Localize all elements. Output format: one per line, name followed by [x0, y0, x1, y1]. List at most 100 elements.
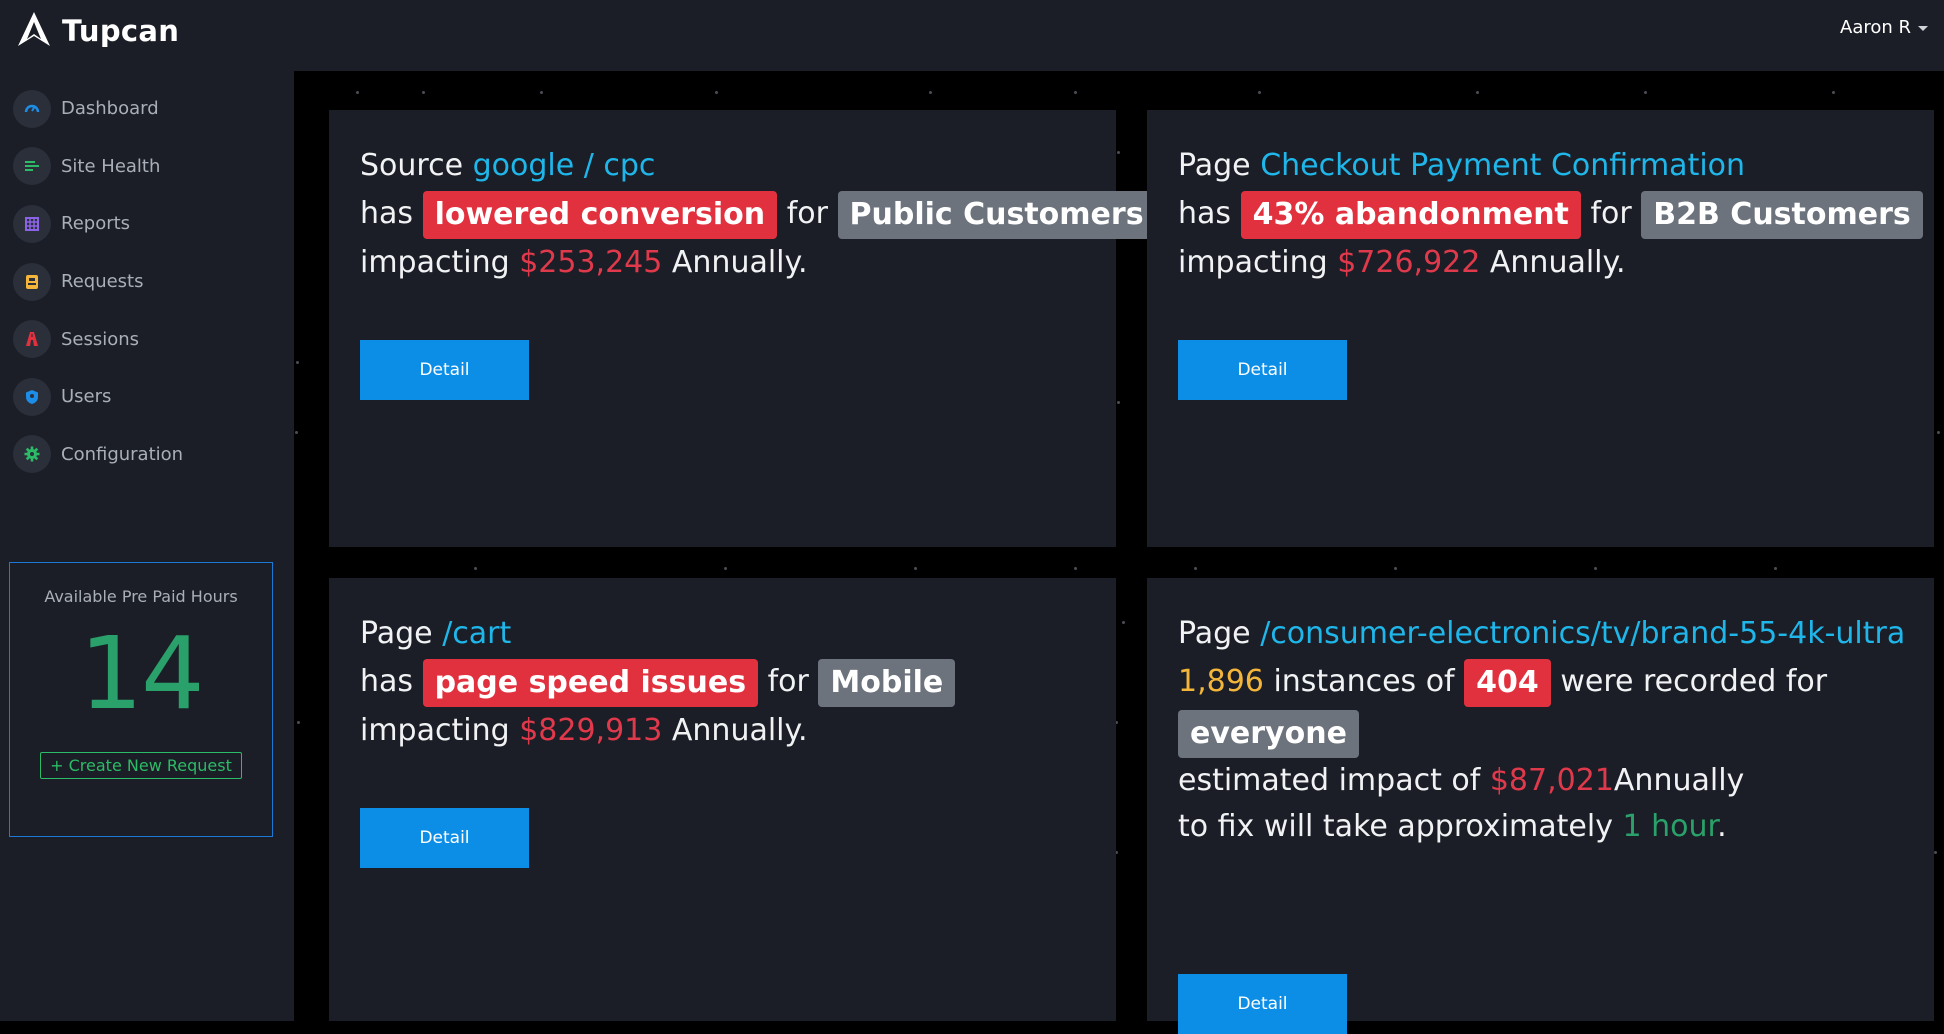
subject-link[interactable]: /consumer-electronics/tv/brand-55-4k-ult…: [1260, 616, 1905, 651]
detail-button[interactable]: Detail: [1178, 340, 1347, 400]
star-dot: [914, 567, 917, 570]
star-dot: [422, 91, 425, 94]
card-impact-line: impacting $253,245 Annually.: [360, 239, 1086, 287]
error-code-badge: 404: [1464, 659, 1551, 707]
star-dot: [474, 567, 477, 570]
caret-down-icon: [1918, 26, 1928, 31]
card-issue-line: has lowered conversion for Public Custom…: [360, 190, 1156, 239]
recorded-text: were recorded for: [1560, 664, 1828, 699]
star-dot: [356, 91, 359, 94]
sidebar-item-dashboard[interactable]: Dashboard: [0, 80, 294, 138]
star-dot: [1074, 567, 1077, 570]
sidebar-item-configuration[interactable]: Configuration: [0, 426, 294, 484]
card-impact-line: impacting $726,922 Annually.: [1178, 239, 1904, 287]
has-text: has: [360, 664, 414, 699]
fix-text: to fix will take approximately: [1178, 809, 1613, 844]
subject-link[interactable]: Checkout Payment Confirmation: [1260, 148, 1745, 183]
sidebar-item-users[interactable]: Users: [0, 368, 294, 426]
insight-card: Page /consumer-electronics/tv/brand-55-4…: [1147, 578, 1934, 1034]
detail-button[interactable]: Detail: [360, 340, 529, 400]
sidebar-item-label: Configuration: [61, 443, 184, 465]
has-text: has: [1178, 196, 1232, 231]
card-impact-line: estimated impact of $87,021Annually: [1178, 758, 1904, 804]
top-bar: Tupcan Aaron R: [0, 0, 1944, 71]
has-text: has: [360, 196, 414, 231]
sidebar-item-requests[interactable]: Requests: [0, 253, 294, 311]
star-dot: [1258, 91, 1261, 94]
card-subject-line: Page /cart: [360, 610, 1086, 658]
ticket-icon: [13, 262, 51, 301]
for-text: for: [1590, 196, 1632, 231]
star-dot: [1594, 567, 1597, 570]
sidebar-item-sessions[interactable]: Sessions: [0, 310, 294, 368]
subject-type: Page: [1178, 148, 1251, 183]
insight-card: Page Checkout Payment Confirmation has 4…: [1147, 110, 1934, 547]
road-icon: [13, 320, 51, 359]
star-dot: [715, 91, 718, 94]
brand[interactable]: Tupcan: [16, 10, 179, 52]
sidebar-item-site-health[interactable]: Site Health: [0, 138, 294, 196]
impact-text: estimated impact of: [1178, 763, 1481, 798]
card-subject-line: Page /consumer-electronics/tv/brand-55-4…: [1178, 610, 1905, 658]
sidebar-item-label: Users: [61, 386, 112, 408]
card-issue-line: has 43% abandonment for B2B Customers: [1178, 190, 1923, 239]
subject-type: Page: [1178, 616, 1251, 651]
star-dot: [1934, 851, 1937, 854]
star-dot: [1937, 431, 1940, 434]
prepaid-hours-panel: Available Pre Paid Hours 14 + Create New…: [9, 562, 273, 837]
subject-link[interactable]: google / cpc: [473, 148, 656, 183]
card-issue-line: has page speed issues for Mobile: [360, 658, 1086, 707]
period-text: Annually: [1613, 763, 1745, 798]
audience-badge: B2B Customers: [1641, 191, 1923, 239]
period-end: .: [1717, 809, 1727, 844]
logo-icon: [16, 10, 52, 52]
sidebar-nav: Dashboard Site Health Reports Requests S…: [0, 71, 294, 483]
sidebar: Dashboard Site Health Reports Requests S…: [0, 71, 294, 1021]
sidebar-item-reports[interactable]: Reports: [0, 195, 294, 253]
audience-badge: Mobile: [818, 659, 956, 707]
gear-icon: [13, 435, 51, 474]
detail-button[interactable]: Detail: [360, 808, 529, 868]
gauge-icon: [13, 89, 51, 128]
impact-amount: $726,922: [1337, 245, 1481, 280]
star-dot: [297, 721, 300, 724]
impacting-text: impacting: [360, 713, 510, 748]
audience-badge: Public Customers: [837, 191, 1156, 239]
star-dot: [1774, 567, 1777, 570]
star-dot: [929, 91, 932, 94]
audience-badge: everyone: [1178, 710, 1359, 758]
impacting-text: impacting: [1178, 245, 1328, 280]
for-text: for: [767, 664, 809, 699]
instances-text: instances of: [1273, 664, 1455, 699]
period-text: Annually.: [671, 245, 808, 280]
brand-name: Tupcan: [62, 14, 180, 48]
subject-link[interactable]: /cart: [442, 616, 511, 651]
detail-button[interactable]: Detail: [1178, 974, 1347, 1034]
subject-type: Source: [360, 148, 464, 183]
star-dot: [724, 567, 727, 570]
prepaid-hours-title: Available Pre Paid Hours: [44, 587, 238, 606]
user-menu[interactable]: Aaron R: [1840, 17, 1928, 38]
period-text: Annually.: [1489, 245, 1626, 280]
insight-card: Page /cart has page speed issues for Mob…: [329, 578, 1116, 1021]
card-impact-line: impacting $829,913 Annually.: [360, 707, 1086, 755]
star-dot: [1394, 567, 1397, 570]
card-issue-line: 1,896 instances of 404 were recorded for: [1178, 658, 1904, 707]
main-content: Source google / cpc has lowered conversi…: [294, 71, 1944, 1034]
star-dot: [1117, 151, 1120, 154]
create-request-button[interactable]: + Create New Request: [40, 752, 242, 779]
star-dot: [1074, 91, 1077, 94]
sidebar-item-label: Dashboard: [61, 98, 159, 120]
issue-badge: lowered conversion: [422, 191, 778, 239]
subject-type: Page: [360, 616, 433, 651]
card-audience-line: everyone: [1178, 709, 1904, 758]
card-subject-line: Source google / cpc: [360, 142, 1086, 190]
star-dot: [1122, 621, 1125, 624]
sidebar-item-label: Requests: [61, 271, 144, 293]
star-dot: [296, 361, 299, 364]
issue-badge: page speed issues: [422, 659, 759, 707]
card-fix-line: to fix will take approximately 1 hour.: [1178, 804, 1904, 850]
user-name: Aaron R: [1840, 17, 1911, 38]
issue-badge: 43% abandonment: [1240, 191, 1581, 239]
list-icon: [13, 147, 51, 186]
